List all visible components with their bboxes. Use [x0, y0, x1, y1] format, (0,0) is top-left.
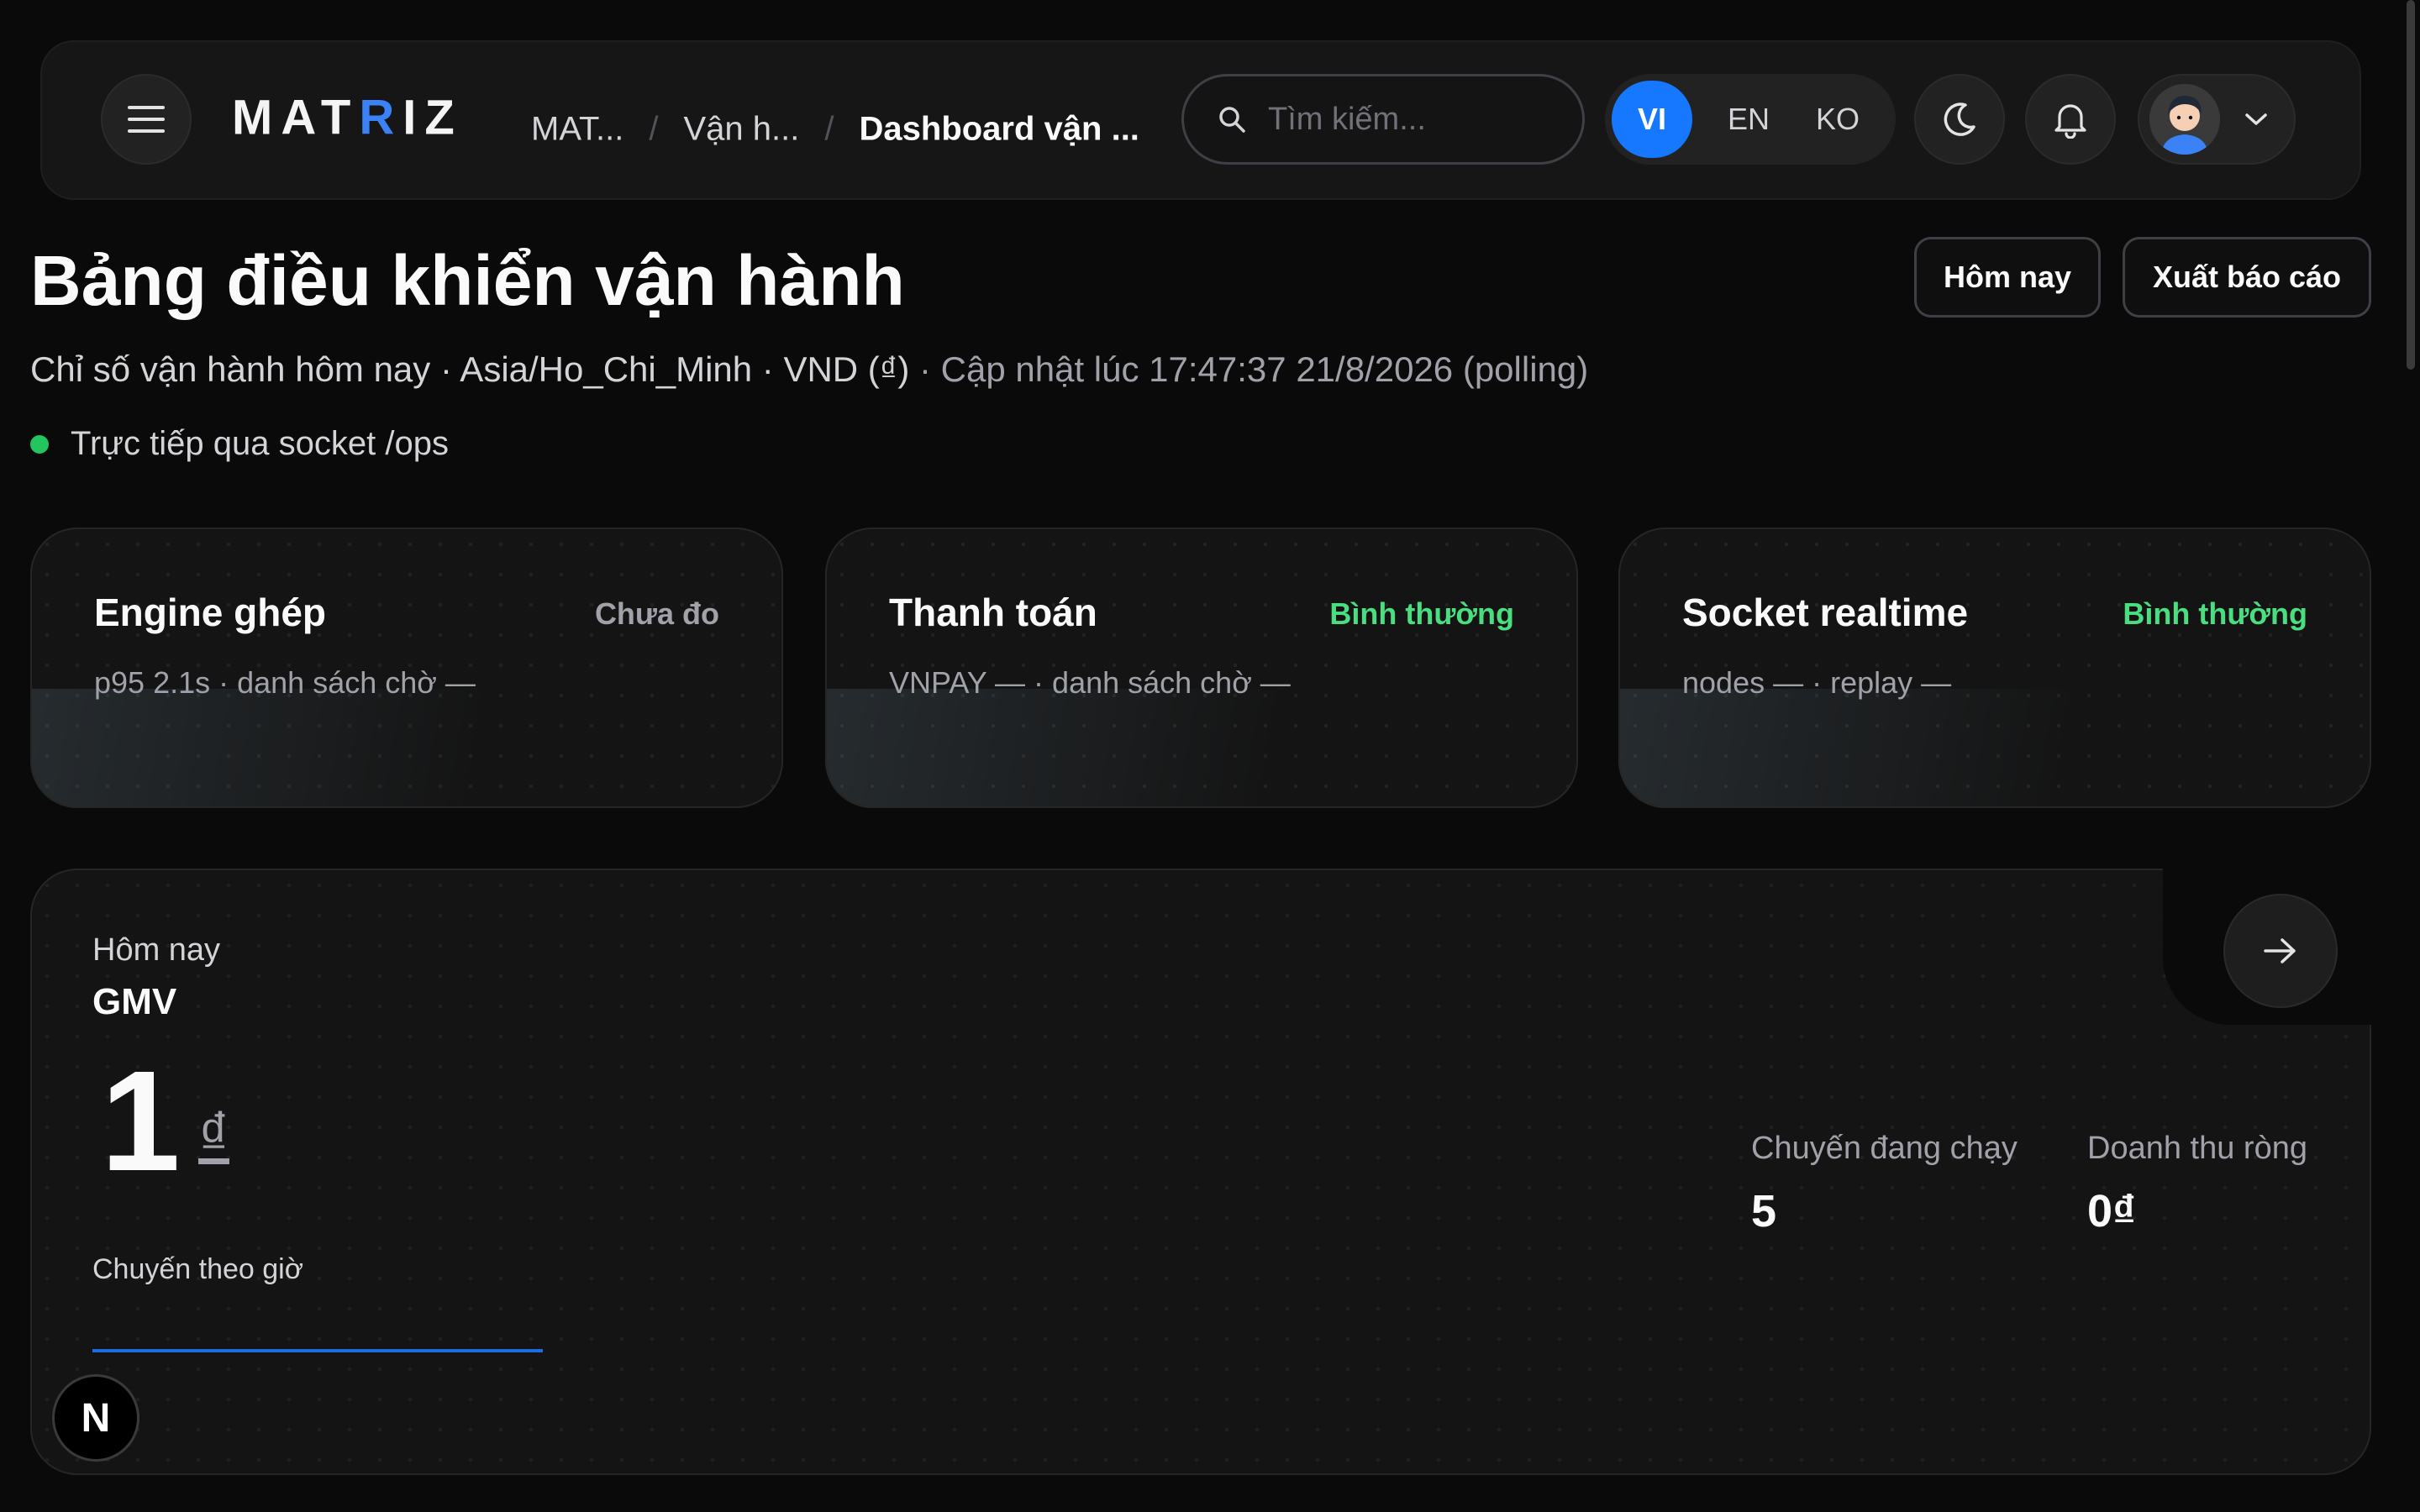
brand-logo[interactable]: MATRIZ [232, 90, 463, 146]
breadcrumb-item-current: Dashboard vận ... [859, 110, 1139, 148]
net-revenue-stat: Doanh thu ròng 0₫ [2087, 1131, 2307, 1237]
moon-icon [1944, 102, 1975, 136]
language-option-en[interactable]: EN [1704, 81, 1793, 158]
user-avatar-icon [2149, 84, 2220, 155]
net-revenue-value: 0₫ [2087, 1186, 2136, 1236]
gmv-panel [30, 869, 2371, 1475]
user-menu-button[interactable] [2138, 74, 2296, 165]
breadcrumb-item-root[interactable]: MAT... [531, 111, 623, 149]
open-gmv-details-button[interactable] [2223, 894, 2338, 1008]
avatar [2149, 84, 2220, 155]
search-icon [1219, 107, 1245, 133]
logo-text-tail: IZ [402, 90, 463, 145]
card-description: p95 2.1s · danh sách chờ — [94, 665, 476, 700]
gmv-period-label: Hôm nay [92, 932, 221, 968]
status-badge: Bình thường [1329, 596, 1514, 631]
card-description: VNPAY — · danh sách chờ — [889, 665, 1291, 700]
status-card-matching-engine[interactable]: Engine ghép Chưa đo p95 2.1s · danh sách… [30, 528, 783, 808]
gmv-currency: ₫ [198, 1101, 229, 1168]
breadcrumb-separator: / [824, 110, 834, 148]
notifications-button[interactable] [2025, 74, 2116, 165]
hamburger-icon [128, 106, 165, 133]
trips-per-hour-label: Chuyến theo giờ [92, 1253, 304, 1285]
dev-tools-badge[interactable]: N [52, 1374, 139, 1462]
page-scrollbar[interactable] [2407, 0, 2415, 370]
language-option-vi[interactable]: VI [1612, 81, 1692, 158]
search-box[interactable] [1181, 74, 1585, 165]
active-trips-stat: Chuyến đang chạy 5 [1751, 1131, 2018, 1237]
live-status-dot [30, 434, 49, 454]
last-updated-text: · Cập nhật lúc 17:47:37 21/8/2026 (polli… [909, 349, 1589, 389]
status-card-socket-realtime[interactable]: Socket realtime Bình thường nodes — · re… [1618, 528, 2371, 808]
trips-per-hour-chart-line [92, 1349, 543, 1352]
status-badge: Chưa đo [594, 596, 719, 631]
export-report-button[interactable]: Xuất báo cáo [2123, 237, 2371, 318]
card-title: Socket realtime [1682, 591, 1969, 634]
card-description: nodes — · replay — [1682, 665, 1952, 700]
language-option-ko[interactable]: KO [1793, 81, 1882, 158]
active-trips-label: Chuyến đang chạy [1751, 1131, 2018, 1166]
status-badge: Bình thường [2123, 596, 2307, 631]
active-trips-value: 5 [1751, 1186, 1777, 1236]
live-status-label: Trực tiếp qua socket /ops [71, 425, 449, 462]
breadcrumb: MAT... / Vận h... / Dashboard vận ... [531, 111, 1139, 149]
subtitle-context: Chỉ số vận hành hôm nay · Asia/Ho_Chi_Mi… [30, 349, 910, 389]
theme-toggle-button[interactable] [1914, 74, 2005, 165]
breadcrumb-separator: / [649, 110, 659, 148]
today-filter-button[interactable]: Hôm nay [1914, 237, 2101, 318]
logo-text-main: MAT [232, 90, 360, 145]
logo-text-accent: R [359, 90, 403, 145]
status-card-payments[interactable]: Thanh toán Bình thường VNPAY — · danh sá… [825, 528, 1578, 808]
search-input[interactable] [1268, 101, 1554, 138]
gmv-metric-title: GMV [92, 981, 177, 1022]
card-title: Engine ghép [94, 591, 326, 634]
page-title: Bảng điều khiển vận hành [30, 241, 905, 320]
chevron-down-icon [2245, 113, 2267, 125]
gmv-value: 1 [101, 1050, 181, 1201]
live-connection-status: Trực tiếp qua socket /ops [30, 425, 449, 463]
bell-icon [2054, 104, 2086, 139]
language-switcher: VI EN KO [1605, 74, 1896, 165]
net-revenue-label: Doanh thu ròng [2087, 1131, 2307, 1166]
breadcrumb-item-operations[interactable]: Vận h... [684, 111, 800, 149]
menu-button[interactable] [101, 74, 192, 165]
card-title: Thanh toán [889, 591, 1097, 634]
page-subtitle: Chỉ số vận hành hôm nay · Asia/Ho_Chi_Mi… [30, 349, 1588, 390]
arrow-right-icon [2264, 938, 2296, 963]
